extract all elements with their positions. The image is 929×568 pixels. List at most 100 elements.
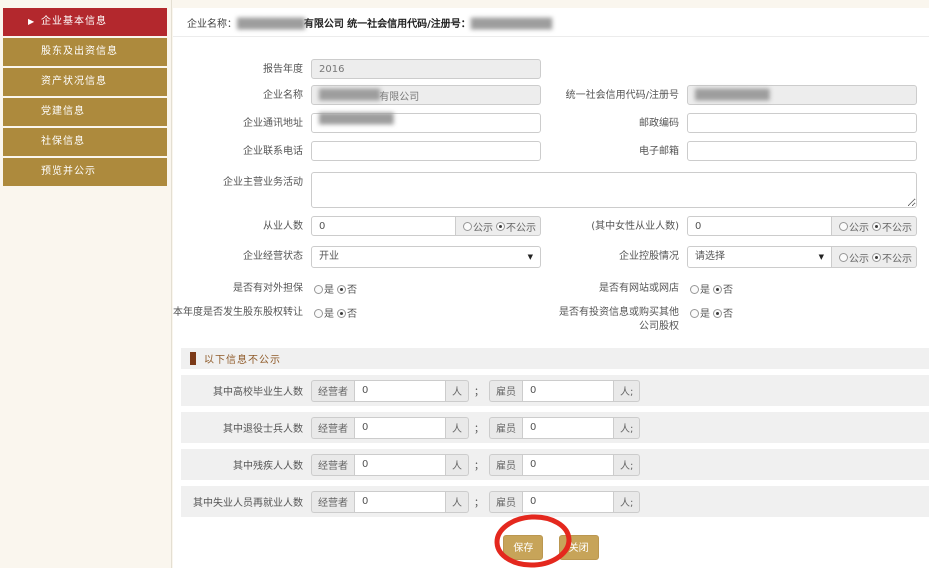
- sidebar-item-basic-info[interactable]: ▶ 企业基本信息: [3, 8, 167, 36]
- operator-prefix: 经营者: [311, 417, 354, 439]
- employee-prefix: 雇员: [489, 454, 522, 476]
- table-row-graduates: 其中高校毕业生人数 经营者 人 ； 雇员 人;: [181, 375, 929, 406]
- female-employee-count-field[interactable]: [687, 216, 832, 236]
- website-radios: 是否: [687, 278, 917, 296]
- credit-code-label: 统一社会信用代码/注册号：: [347, 19, 471, 30]
- postcode-label: 邮政编码: [557, 113, 687, 131]
- row-label: 其中高校毕业生人数: [181, 383, 311, 398]
- graduates-employee-field[interactable]: [522, 380, 614, 402]
- separator: ；: [474, 457, 484, 472]
- no-publicity-radio[interactable]: [496, 222, 505, 231]
- separator: ；: [474, 494, 484, 509]
- unit-suffix: 人;: [614, 417, 640, 439]
- equity-transfer-radios: 是否: [311, 302, 541, 320]
- close-button[interactable]: 关闭: [559, 535, 599, 560]
- sidebar-item-label: 企业基本信息: [41, 16, 107, 27]
- reemployed-operator-field[interactable]: [354, 491, 446, 513]
- sidebar-item-social-security[interactable]: 社保信息: [3, 128, 167, 156]
- operator-prefix: 经营者: [311, 380, 354, 402]
- disabled-employee-field[interactable]: [522, 454, 614, 476]
- employee-prefix: 雇员: [489, 491, 522, 513]
- save-button[interactable]: 保存: [503, 535, 543, 560]
- veterans-employee-field[interactable]: [522, 417, 614, 439]
- no-radio[interactable]: [713, 285, 722, 294]
- female-employee-publicity: 公示不公示: [832, 216, 917, 236]
- active-arrow-icon: ▶: [28, 8, 35, 36]
- section-bar-icon: [190, 352, 196, 365]
- no-radio[interactable]: [337, 309, 346, 318]
- address-field[interactable]: ███████████: [311, 113, 541, 133]
- chevron-down-icon: ▼: [528, 247, 533, 267]
- employee-count-field[interactable]: [311, 216, 456, 236]
- report-year-field: 2016: [311, 59, 541, 79]
- annual-report-form: 报告年度 2016 企业名称 █████████有限公司 统一社会信用代码/注册…: [173, 37, 929, 560]
- postcode-field[interactable]: [687, 113, 917, 133]
- row-label: 其中失业人员再就业人数: [181, 494, 311, 509]
- operator-prefix: 经营者: [311, 454, 354, 476]
- separator: ；: [474, 383, 484, 398]
- sidebar-item-label: 股东及出资信息: [41, 46, 118, 57]
- publicity-radio[interactable]: [839, 253, 848, 262]
- business-activity-field[interactable]: [311, 172, 917, 208]
- veterans-operator-field[interactable]: [354, 417, 446, 439]
- address-label: 企业通讯地址: [173, 113, 311, 131]
- publicity-radio[interactable]: [463, 222, 472, 231]
- credit-code-field-label: 统一社会信用代码/注册号: [557, 85, 687, 103]
- disabled-operator-field[interactable]: [354, 454, 446, 476]
- sidebar-item-assets[interactable]: 资产状况信息: [3, 68, 167, 96]
- no-radio[interactable]: [713, 309, 722, 318]
- sidebar-menu: ▶ 企业基本信息 股东及出资信息 资产状况信息 党建信息 社保信息 预览并公示: [0, 0, 171, 186]
- employee-count-label: 从业人数: [173, 216, 311, 234]
- phone-label: 企业联系电话: [173, 141, 311, 159]
- email-field[interactable]: [687, 141, 917, 161]
- publicity-radio[interactable]: [839, 222, 848, 231]
- business-status-select[interactable]: 开业 ▼: [311, 246, 541, 268]
- yes-radio[interactable]: [690, 285, 699, 294]
- unit-suffix: 人;: [614, 491, 640, 513]
- private-section-title: 以下信息不公示: [204, 351, 281, 366]
- no-radio[interactable]: [337, 285, 346, 294]
- yes-radio[interactable]: [314, 309, 323, 318]
- employee-prefix: 雇员: [489, 417, 522, 439]
- credit-code-redacted: ████████████: [471, 19, 551, 30]
- phone-field[interactable]: [311, 141, 541, 161]
- report-year-label: 报告年度: [173, 59, 311, 77]
- employee-count-publicity: 公示不公示: [456, 216, 541, 236]
- row-label: 其中退役士兵人数: [181, 420, 311, 435]
- table-row-reemployed: 其中失业人员再就业人数 经营者 人 ； 雇员 人;: [181, 486, 929, 517]
- guarantee-radios: 是否: [311, 278, 541, 296]
- no-publicity-radio[interactable]: [872, 222, 881, 231]
- yes-radio[interactable]: [690, 309, 699, 318]
- row-label: 其中残疾人人数: [181, 457, 311, 472]
- holding-status-select[interactable]: 请选择 ▼: [687, 246, 832, 268]
- main-panel: 企业名称：██████████有限公司 统一社会信用代码/注册号：███████…: [173, 8, 929, 568]
- investment-radios: 是否: [687, 302, 917, 320]
- sidebar-item-shareholders[interactable]: 股东及出资信息: [3, 38, 167, 66]
- business-activity-label: 企业主营业务活动: [173, 172, 311, 190]
- chevron-down-icon: ▼: [819, 247, 824, 267]
- employee-prefix: 雇员: [489, 380, 522, 402]
- table-row-disabled-persons: 其中残疾人人数 经营者 人 ； 雇员 人;: [181, 449, 929, 480]
- no-publicity-radio[interactable]: [872, 253, 881, 262]
- equity-transfer-label: 本年度是否发生股东股权转让: [173, 302, 311, 320]
- form-actions: 保存 关闭: [173, 535, 929, 560]
- reemployed-employee-field[interactable]: [522, 491, 614, 513]
- unit-suffix: 人: [446, 491, 469, 513]
- company-header: 企业名称：██████████有限公司 统一社会信用代码/注册号：███████…: [173, 8, 929, 37]
- company-name-suffix: 有限公司: [304, 19, 344, 30]
- business-status-label: 企业经营状态: [173, 246, 311, 264]
- operator-prefix: 经营者: [311, 491, 354, 513]
- private-section-header: 以下信息不公示: [181, 348, 929, 369]
- guarantee-label: 是否有对外担保: [173, 278, 311, 296]
- sidebar-item-party-building[interactable]: 党建信息: [3, 98, 167, 126]
- email-label: 电子邮箱: [557, 141, 687, 159]
- yes-radio[interactable]: [314, 285, 323, 294]
- company-name-field-label: 企业名称: [173, 85, 311, 103]
- sidebar-item-label: 预览并公示: [41, 166, 96, 177]
- unit-suffix: 人;: [614, 454, 640, 476]
- graduates-operator-field[interactable]: [354, 380, 446, 402]
- sidebar-item-preview-publish[interactable]: 预览并公示: [3, 158, 167, 186]
- company-name-label: 企业名称：: [187, 19, 237, 30]
- unit-suffix: 人;: [614, 380, 640, 402]
- sidebar: ▶ 企业基本信息 股东及出资信息 资产状况信息 党建信息 社保信息 预览并公示: [0, 0, 172, 568]
